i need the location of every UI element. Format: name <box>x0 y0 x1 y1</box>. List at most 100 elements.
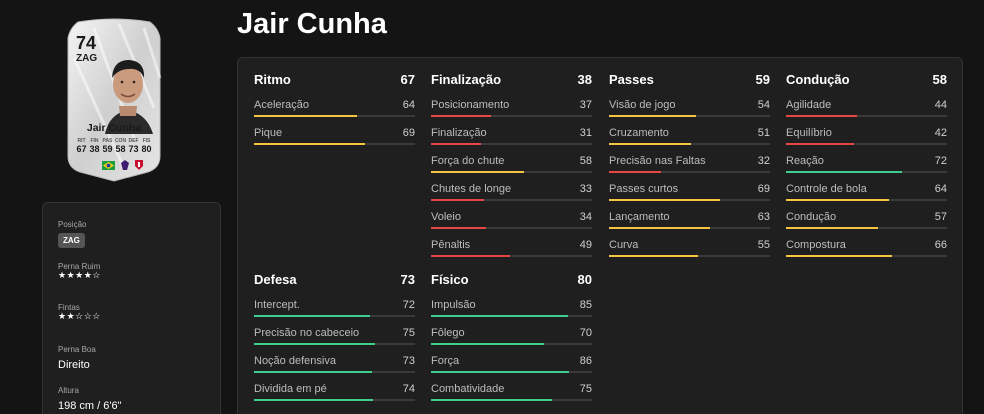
stat-group-value: 58 <box>932 72 947 87</box>
stat-value: 86 <box>579 355 592 367</box>
stat-name: Força <box>431 355 460 367</box>
stat-group-header: Ritmo 67 <box>254 72 415 94</box>
stat-value: 70 <box>579 327 592 339</box>
stat-name: Dividida em pé <box>254 383 327 395</box>
stat-bar-fill <box>786 199 890 201</box>
stat-bar-fill <box>431 343 544 345</box>
stat-bar-track <box>254 371 415 373</box>
stat-name: Pique <box>254 127 283 139</box>
stat-group-passes: Passes 59 Visão de jogo 54 Cruzamento 51 Preci… <box>609 72 770 262</box>
stat-bar-track <box>786 115 947 117</box>
stat-bar-track <box>431 343 592 345</box>
stat-value: 63 <box>757 211 770 223</box>
stat-bar-track <box>786 171 947 173</box>
stat-row-compostura: Compostura 66 <box>786 234 947 262</box>
stat-bar-fill <box>431 371 570 373</box>
stat-value: 32 <box>757 155 770 167</box>
stat-row-forca: Força 86 <box>431 350 592 378</box>
stat-value: 85 <box>579 299 592 311</box>
stat-row-curva: Curva 55 <box>609 234 770 262</box>
stat-row-voleio: Voleio 34 <box>431 206 592 234</box>
stat-bar-fill <box>431 115 491 117</box>
stat-value: 64 <box>934 183 947 195</box>
stat-bar-fill <box>609 143 692 145</box>
player-photo <box>105 60 153 134</box>
stat-name: Curva <box>609 239 639 251</box>
stat-bar-track <box>431 115 592 117</box>
stat-row-pique: Pique 69 <box>254 122 415 150</box>
stat-name: Voleio <box>431 211 461 223</box>
stat-name: Noção defensiva <box>254 355 336 367</box>
stat-name: Aceleração <box>254 99 310 111</box>
stat-bar-fill <box>609 255 698 257</box>
stat-value: 64 <box>402 99 415 111</box>
stat-name: Intercept. <box>254 299 300 311</box>
page-title: Jair Cunha <box>237 8 387 40</box>
skills-stars: ★★☆☆☆ <box>58 311 101 321</box>
stat-row-cruzamento: Cruzamento 51 <box>609 122 770 150</box>
stat-bar-track <box>609 199 770 201</box>
stat-row-combatividade: Combatividade 75 <box>431 378 592 406</box>
stat-value: 34 <box>579 211 592 223</box>
stat-value: 42 <box>934 127 947 139</box>
stat-bar-fill <box>254 115 358 117</box>
stat-group-value: 80 <box>577 272 592 287</box>
stat-value: 75 <box>402 327 415 339</box>
stat-bar-fill <box>786 171 902 173</box>
card-stat-value: 80 <box>141 144 152 154</box>
stat-value: 55 <box>757 239 770 251</box>
stat-bar-fill <box>609 171 661 173</box>
card-stat-value: 59 <box>102 144 113 154</box>
stat-row-finalizacao: Finalização 31 <box>431 122 592 150</box>
stat-group-value: 73 <box>400 272 415 287</box>
stat-group-name: Passes <box>609 72 654 87</box>
stat-value: 49 <box>579 239 592 251</box>
player-info-panel: Posição ZAG Perna Ruim ★★★★☆ Fintas ★★☆☆… <box>42 202 221 414</box>
stat-name: Cruzamento <box>609 127 669 139</box>
stat-bar-track <box>609 115 770 117</box>
stat-bar-track <box>254 115 415 117</box>
stat-value: 69 <box>402 127 415 139</box>
stat-value: 74 <box>402 383 415 395</box>
card-stat: RIT 67 <box>75 138 88 154</box>
stat-group-header: Defesa 73 <box>254 272 415 294</box>
card-rating: 74 <box>76 33 97 53</box>
stat-bar-track <box>609 143 770 145</box>
stat-bar-track <box>609 255 770 257</box>
stat-value: 72 <box>934 155 947 167</box>
stat-row-chutes-de-longe: Chutes de longe 33 <box>431 178 592 206</box>
stat-row-conducao: Condução 57 <box>786 206 947 234</box>
card-player-name: Jair Cunha <box>86 122 142 134</box>
club-crest-icon <box>135 160 143 170</box>
stat-bar-track <box>786 143 947 145</box>
stat-name: Combatividade <box>431 383 505 395</box>
stat-row-intercept: Intercept. 72 <box>254 294 415 322</box>
stat-bar-track <box>609 227 770 229</box>
stat-bar-track <box>431 143 592 145</box>
stat-value: 72 <box>402 299 415 311</box>
stat-name: Chutes de longe <box>431 183 512 195</box>
stat-group-fisico: Físico 80 Impulsão 85 Fôlego 70 Força 86 Combati… <box>431 272 592 406</box>
stat-group-finalizacao: Finalização 38 Posicionamento 37 Finalização… <box>431 72 592 262</box>
stat-bar-fill <box>431 143 481 145</box>
stat-group-header: Finalização 38 <box>431 72 592 94</box>
card-stat-value: 73 <box>128 144 139 154</box>
stats-panel: Ritmo 67 Aceleração 64 Pique 69 Finalização 38 P… <box>237 57 963 414</box>
card-stats: RIT 67 FIN 38 PAS 59 CON 58 DEF 73 FIS 80 <box>75 138 153 154</box>
stat-name: Finalização <box>431 127 487 139</box>
stat-name: Posicionamento <box>431 99 510 111</box>
player-card: 74 ZAG Jair Cunha RIT 67 FIN 38 PAS 59 CON 5… <box>64 18 164 182</box>
stat-row-aceleracao: Aceleração 64 <box>254 94 415 122</box>
stat-group-name: Ritmo <box>254 72 291 87</box>
stat-bar-fill <box>609 115 696 117</box>
stat-group-value: 67 <box>400 72 415 87</box>
stat-row-precisao-no-cabeceio: Precisão no cabeceio 75 <box>254 322 415 350</box>
stat-row-visao-de-jogo: Visão de jogo 54 <box>609 94 770 122</box>
stat-name: Reação <box>786 155 824 167</box>
stat-bar-fill <box>254 343 375 345</box>
stat-row-forca-do-chute: Força do chute 58 <box>431 150 592 178</box>
card-stat: FIN 38 <box>88 138 101 154</box>
stat-name: Condução <box>786 211 837 223</box>
stat-bar-track <box>609 171 770 173</box>
brazil-flag-icon <box>102 160 115 170</box>
